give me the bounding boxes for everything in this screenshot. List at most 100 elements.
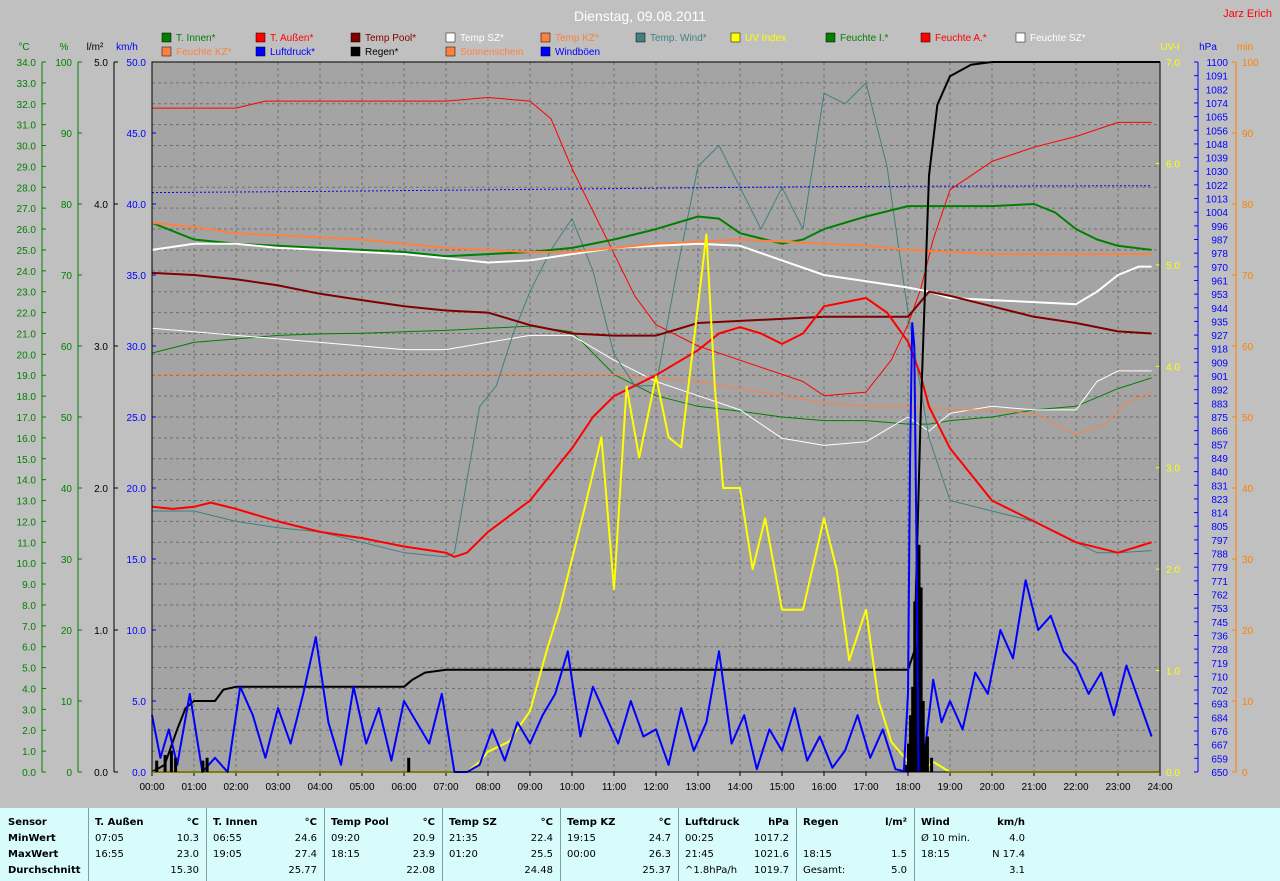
axis-tick-label: 771 xyxy=(1211,577,1228,588)
axis-tick-label: 1013 xyxy=(1206,195,1229,206)
axis-tick-label: 11.0 xyxy=(17,538,36,549)
legend-swatch xyxy=(350,32,361,43)
axis-tick-label: 29.0 xyxy=(17,162,37,173)
stats-cell: 16:55 xyxy=(95,849,124,860)
stats-cell: 4.0 xyxy=(1009,833,1025,844)
axis-tick-label: 10.0 xyxy=(127,626,147,637)
axis-tick-label: 8.0 xyxy=(22,601,36,612)
axis-tick-label: 710 xyxy=(1211,672,1228,683)
legend-swatch xyxy=(161,46,172,57)
stats-cell: T. Innen xyxy=(213,817,258,828)
axis-tick-label: 90 xyxy=(61,129,73,140)
time-tick-label: 15:00 xyxy=(769,782,794,793)
axis-tick-label: 935 xyxy=(1211,317,1228,328)
legend-label: Temp. Wind* xyxy=(650,33,707,44)
axis-tick-label: 2.0 xyxy=(22,726,36,737)
stats-cell: 22.08 xyxy=(406,865,435,876)
axis-tick-label: 32.0 xyxy=(17,100,37,111)
axis-tick-label: 10 xyxy=(61,697,73,708)
stats-cell: 3.1 xyxy=(1009,865,1025,876)
stats-column: Wind km/h Ø 10 min. 4.0 18:15 N 17.4 3.1 xyxy=(914,808,1033,881)
axis-tick-label: 90 xyxy=(1242,129,1254,140)
axis-tick-label: 10 xyxy=(1242,697,1254,708)
axis-tick-label: 5.0 xyxy=(1166,261,1180,272)
axis-tick-label: 9.0 xyxy=(22,580,36,591)
axis-tick-label: 21.0 xyxy=(17,329,37,340)
stats-cell: 18:15 xyxy=(331,849,360,860)
time-tick-label: 12:00 xyxy=(643,782,668,793)
stats-cell: 21:45 xyxy=(685,849,714,860)
time-tick-label: 14:00 xyxy=(727,782,752,793)
stats-cell: 1017.2 xyxy=(754,833,789,844)
axis-tick-label: 50 xyxy=(1242,413,1254,424)
weather-chart: Dienstag, 09.08.2011 Jarz Erich T. Innen… xyxy=(0,0,1280,808)
stats-column: Temp SZ °C 21:35 22.4 01:20 25.5 24.48 xyxy=(442,808,561,881)
stats-cell: 00:25 xyxy=(685,833,714,844)
axis-tick-label: 5.0 xyxy=(132,697,146,708)
stats-cell: 00:00 xyxy=(567,849,596,860)
stats-row: 18:15 1.5 xyxy=(797,847,915,862)
stats-cell: 23.9 xyxy=(412,849,435,860)
stats-cell: 27.4 xyxy=(294,849,317,860)
axis-tick-label: 0 xyxy=(1242,768,1248,779)
axis-tick-label: 35.0 xyxy=(127,271,147,282)
author-label: Jarz Erich xyxy=(1223,8,1272,20)
stats-cell: 5.0 xyxy=(891,865,907,876)
stats-cell: 24.48 xyxy=(524,865,553,876)
axis-tick-label: 1074 xyxy=(1206,99,1229,110)
axis-tick-label: 4.0 xyxy=(22,684,36,695)
axis-tick-label: 987 xyxy=(1211,236,1228,247)
axis-tick-label: 875 xyxy=(1211,413,1228,424)
axis-tick-label: 5.0 xyxy=(22,664,36,675)
axis-unit-label: min xyxy=(1237,42,1253,53)
stats-row: 19:05 27.4 xyxy=(207,847,325,862)
axis-tick-label: 28.0 xyxy=(17,183,37,194)
axis-tick-label: 23.0 xyxy=(17,288,37,299)
axis-tick-label: 3.0 xyxy=(94,342,108,353)
axis-tick-label: 0.0 xyxy=(94,768,108,779)
stats-header: Sensor xyxy=(0,815,88,830)
stats-cell: 25.5 xyxy=(530,849,553,860)
axis-tick-label: 667 xyxy=(1211,741,1228,752)
legend-swatch xyxy=(255,46,266,57)
stats-cell: 25.77 xyxy=(288,865,317,876)
stats-header: Temp Pool °C xyxy=(325,815,443,830)
axis-tick-label: 70 xyxy=(1242,271,1254,282)
axis-tick-label: 26.0 xyxy=(17,225,37,236)
axis-tick-label: 823 xyxy=(1211,495,1228,506)
stats-cell: ^1.8hPa/h xyxy=(685,865,738,876)
axis-tick-label: 20 xyxy=(61,626,73,637)
axis-tick-label: 918 xyxy=(1211,345,1228,356)
axis-tick-label: 1.0 xyxy=(94,626,108,637)
axis-unit-label: °C xyxy=(18,42,29,53)
legend-swatch xyxy=(540,32,551,43)
axis-tick-label: 40.0 xyxy=(127,200,147,211)
stats-cell: km/h xyxy=(997,817,1025,828)
axis-tick-label: 0.0 xyxy=(1166,768,1180,779)
time-tick-label: 20:00 xyxy=(979,782,1004,793)
stats-row: 07:05 10.3 xyxy=(89,831,207,846)
stats-row: 15.30 xyxy=(89,863,207,878)
legend-swatch xyxy=(1015,32,1026,43)
time-tick-label: 21:00 xyxy=(1021,782,1046,793)
stats-cell: °C xyxy=(304,817,317,828)
stats-cell: °C xyxy=(422,817,435,828)
axis-tick-label: 0.0 xyxy=(22,768,36,779)
stats-cell: T. Außen xyxy=(95,817,144,828)
stats-cell: 23.0 xyxy=(176,849,199,860)
stats-cell: Temp SZ xyxy=(449,817,497,828)
time-tick-label: 19:00 xyxy=(937,782,962,793)
axis-tick-label: 3.0 xyxy=(22,705,36,716)
stats-cell: 18:15 xyxy=(921,849,950,860)
axis-tick-label: 1.0 xyxy=(1166,667,1180,678)
axis-tick-label: 909 xyxy=(1211,358,1228,369)
axis-tick-label: 19.0 xyxy=(17,371,37,382)
axis-tick-label: 6.0 xyxy=(1166,159,1180,170)
axis-tick-label: 676 xyxy=(1211,727,1228,738)
axis-tick-label: 996 xyxy=(1211,222,1228,233)
time-tick-label: 04:00 xyxy=(307,782,332,793)
axis-tick-label: 17.0 xyxy=(17,413,37,424)
stats-cell: Wind xyxy=(921,817,950,828)
stats-column: Regen l/m² 18:15 1.5 Gesamt: 5.0 xyxy=(796,808,915,881)
axis-tick-label: 797 xyxy=(1211,536,1228,547)
